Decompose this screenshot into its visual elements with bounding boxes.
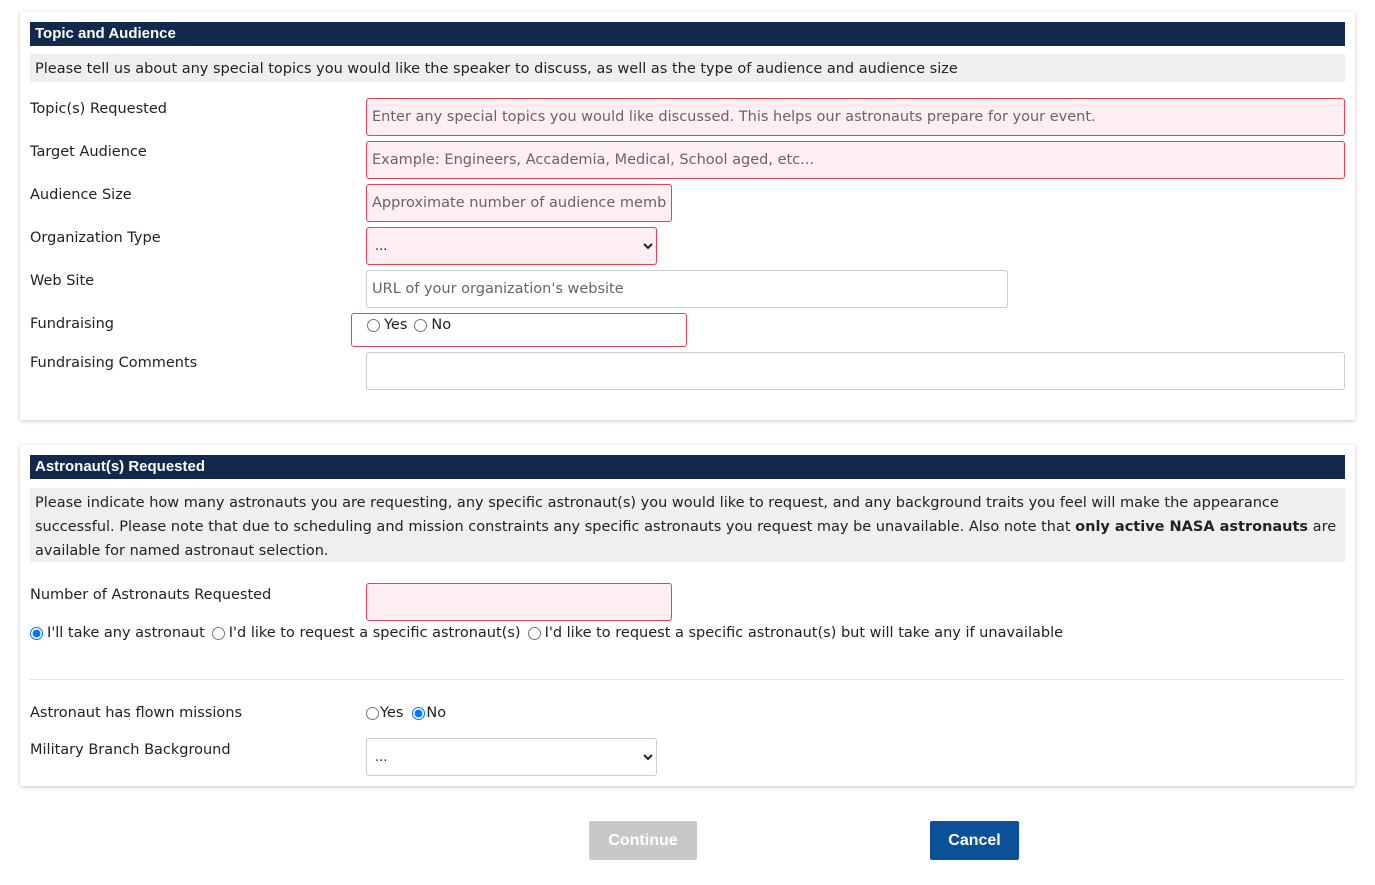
preference-specific-radio[interactable] <box>211 626 225 640</box>
astronaut-intro-bold: only active NASA astronauts <box>1075 519 1309 535</box>
fundraising-yes-radio[interactable] <box>367 318 380 332</box>
fundraising-options: Yes No <box>367 317 458 333</box>
flown-missions-label: Astronaut has flown missions <box>30 705 243 721</box>
org-type-label: Organization Type <box>30 230 161 246</box>
flown-missions-options: Yes No <box>366 705 453 721</box>
topics-input[interactable] <box>366 98 1345 136</box>
flown-yes-radio[interactable] <box>366 706 379 720</box>
topic-section-title: Topic and Audience <box>30 22 1345 46</box>
audience-label: Target Audience <box>30 144 147 160</box>
continue-button[interactable]: Continue <box>589 821 697 860</box>
topics-label: Topic(s) Requested <box>30 101 167 117</box>
astronaut-request-card: Astronaut(s) Requested Please indicate h… <box>20 445 1355 786</box>
org-type-select[interactable]: ... <box>366 227 657 265</box>
flown-no-radio[interactable] <box>412 706 426 720</box>
topic-section-intro: Please tell us about any special topics … <box>30 54 1345 82</box>
number-astronauts-label: Number of Astronauts Requested <box>30 587 272 603</box>
military-branch-label: Military Branch Background <box>30 742 231 758</box>
flown-no-label[interactable]: No <box>426 705 446 721</box>
astronaut-section-title: Astronaut(s) Requested <box>30 455 1345 479</box>
fundraising-no-radio[interactable] <box>414 318 428 332</box>
audience-size-input[interactable] <box>366 184 672 222</box>
topic-audience-card: Topic and Audience Please tell us about … <box>20 12 1355 420</box>
section-divider <box>30 679 1345 680</box>
astronaut-section-intro: Please indicate how many astronauts you … <box>30 488 1345 562</box>
fundraising-label: Fundraising <box>30 316 114 332</box>
preference-specific-or-any-radio[interactable] <box>527 626 541 640</box>
fundraising-comments-input[interactable] <box>366 352 1345 390</box>
fundraising-comments-label: Fundraising Comments <box>30 355 198 371</box>
audience-size-label: Audience Size <box>30 187 132 203</box>
fundraising-no-label[interactable]: No <box>431 317 451 333</box>
military-branch-select[interactable]: ... <box>366 738 657 776</box>
website-label: Web Site <box>30 273 95 289</box>
preference-specific-or-any-label[interactable]: I'd like to request a specific astronaut… <box>545 625 1063 641</box>
preference-any-label[interactable]: I'll take any astronaut <box>47 625 205 641</box>
fundraising-yes-label[interactable]: Yes <box>384 317 407 333</box>
astronaut-preference-options: I'll take any astronaut I'd like to requ… <box>30 625 1070 641</box>
number-astronauts-input[interactable] <box>366 583 672 621</box>
cancel-button[interactable]: Cancel <box>930 821 1019 860</box>
preference-any-radio[interactable] <box>30 626 43 640</box>
flown-yes-label[interactable]: Yes <box>380 705 403 721</box>
preference-specific-label[interactable]: I'd like to request a specific astronaut… <box>229 625 521 641</box>
audience-input[interactable] <box>366 141 1345 179</box>
website-input[interactable] <box>366 270 1008 308</box>
